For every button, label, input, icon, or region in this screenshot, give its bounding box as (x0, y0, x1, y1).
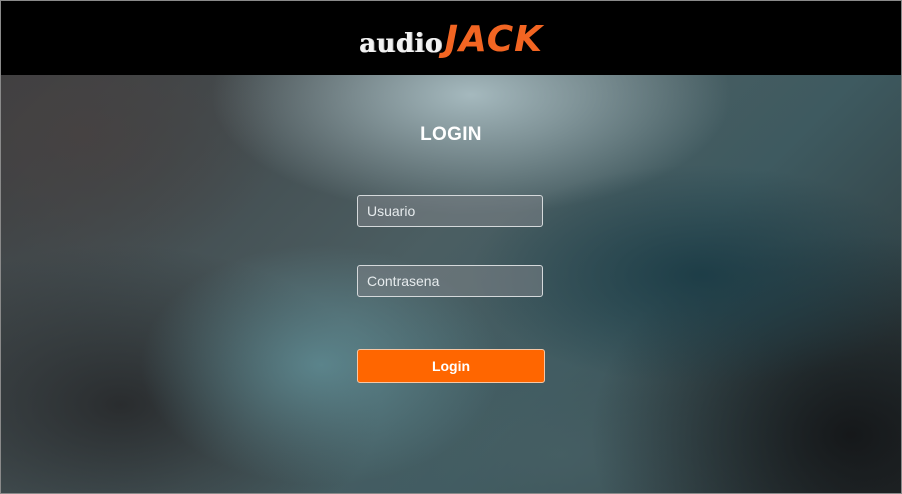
login-title: LOGIN (420, 124, 482, 145)
app-window: audio JACK LOGIN Login (0, 0, 902, 494)
logo-brand-text: JACK (444, 19, 544, 60)
header-bar: audio JACK (1, 1, 901, 75)
login-panel: LOGIN Login (1, 75, 901, 493)
logo-prefix-text: audio (358, 29, 443, 59)
password-input[interactable] (357, 265, 543, 297)
audiojack-logo: audio JACK (359, 19, 543, 59)
username-input[interactable] (357, 195, 543, 227)
login-button[interactable]: Login (357, 349, 545, 383)
